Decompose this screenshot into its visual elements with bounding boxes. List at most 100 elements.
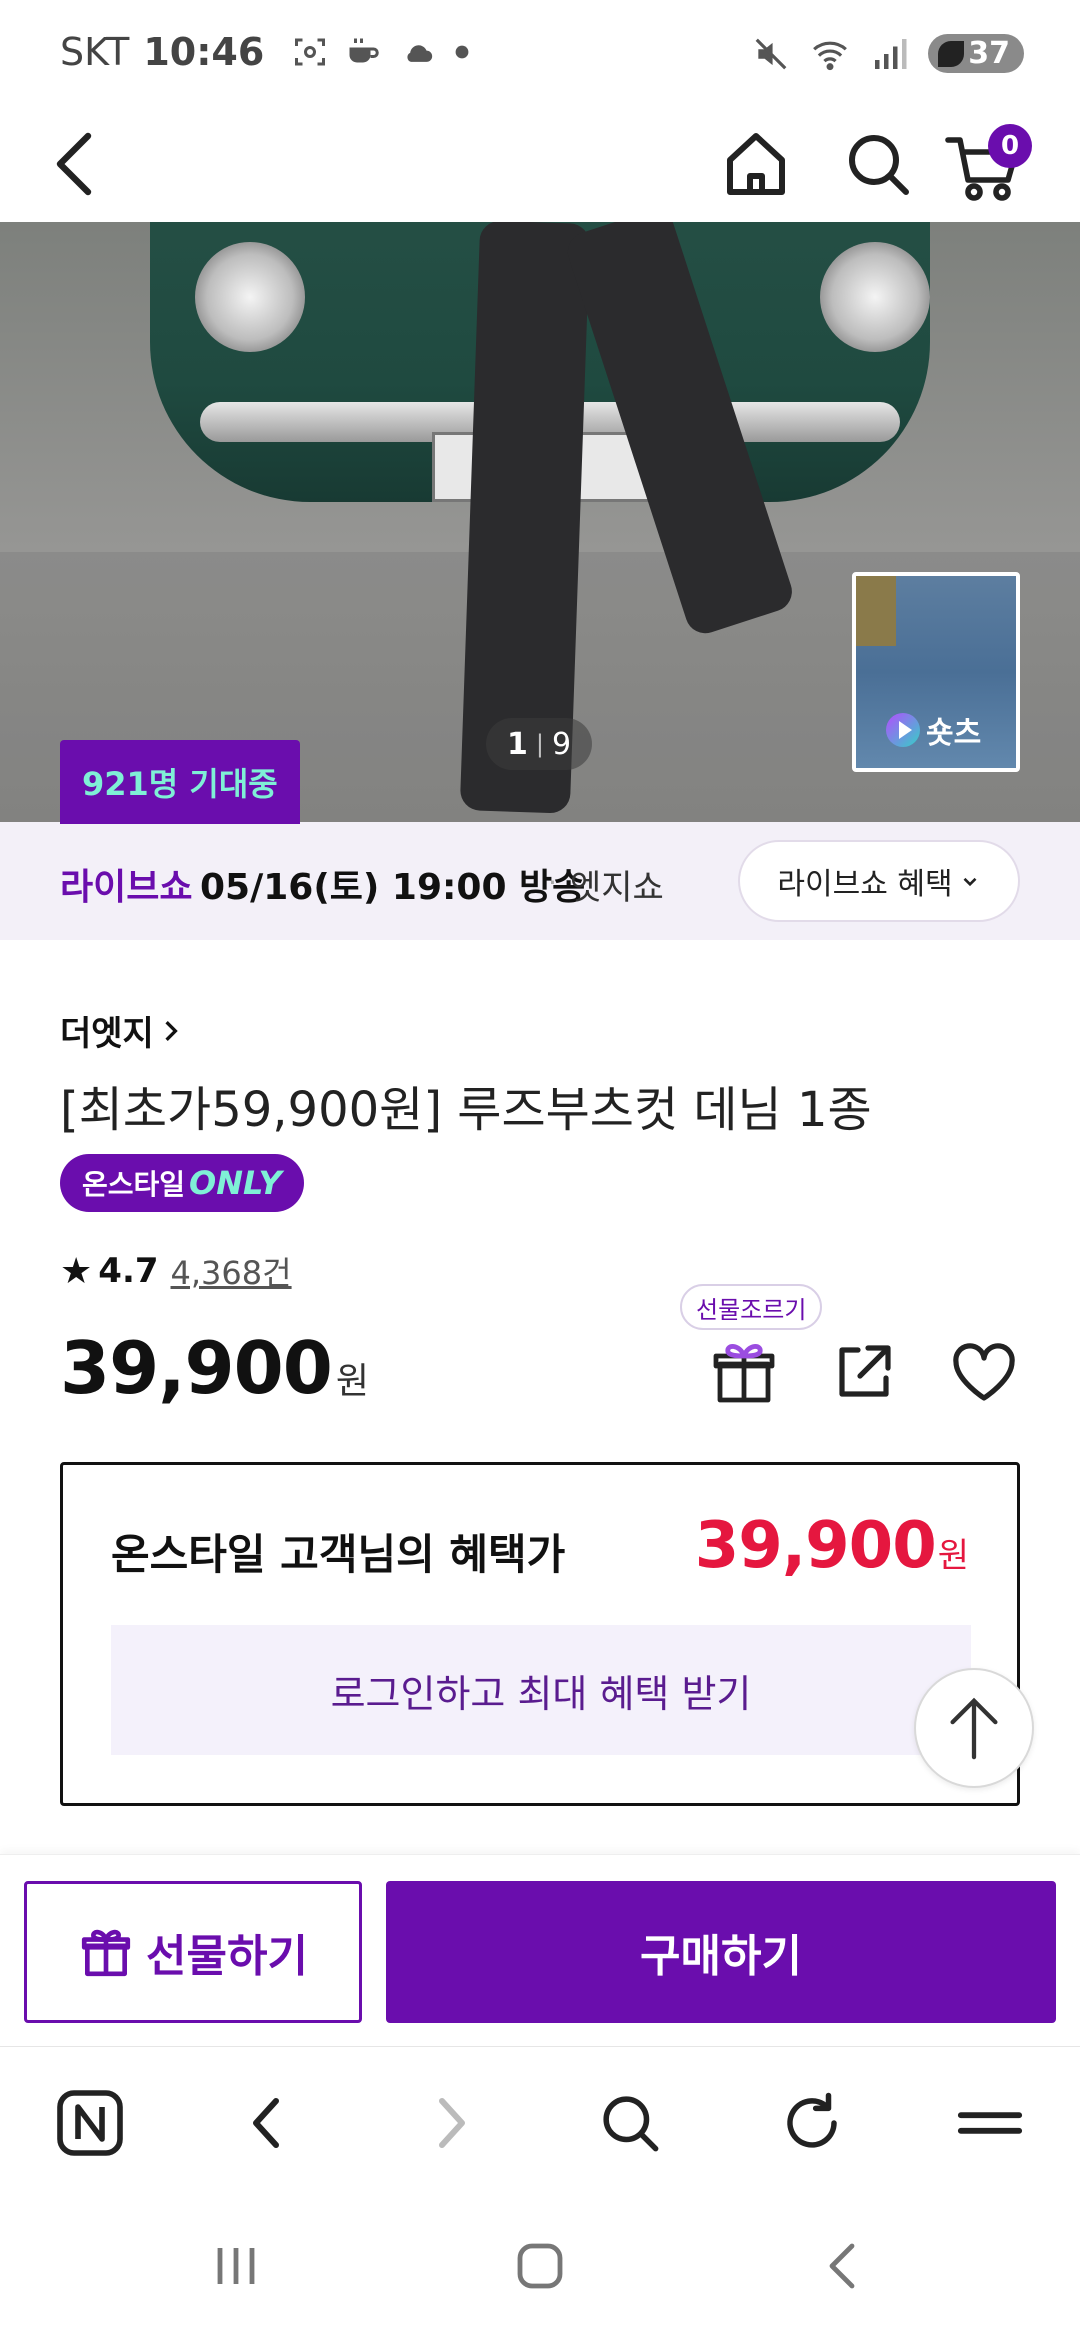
chevron-right-icon (165, 1020, 178, 1041)
clock: 10:46 (143, 30, 265, 74)
gift-request-button[interactable] (708, 1336, 780, 1408)
cart-count-badge: 0 (988, 124, 1032, 168)
browser-search-button[interactable] (590, 2083, 670, 2163)
buy-button[interactable]: 구매하기 (386, 1881, 1056, 2023)
top-navigation: 0 (0, 110, 1080, 222)
benefit-price-unit: 원 (937, 1536, 969, 1576)
battery-level: 37 (968, 36, 1010, 71)
benefit-price-value: 39,900 (694, 1509, 937, 1583)
heart-icon (953, 1343, 1015, 1401)
leaf-icon (938, 40, 965, 67)
badge-prefix: 온스타일 (82, 1168, 186, 1201)
headlamp-left (195, 242, 305, 352)
mute-icon (755, 38, 787, 69)
share-button[interactable] (828, 1336, 900, 1408)
shorts-label-row: 숏츠 (886, 708, 981, 752)
rating-row: ★ 4.7 4,368건 (60, 1248, 292, 1294)
price-value: 39,900 (60, 1326, 333, 1410)
expect-count-badge: 921명 기대중 (60, 740, 300, 824)
gift-button-label: 선물하기 (146, 1931, 308, 1982)
home-square-icon (517, 2243, 563, 2289)
like-button[interactable] (948, 1336, 1020, 1408)
search-icon (603, 2096, 659, 2152)
headlamp-right (820, 242, 930, 352)
browser-back-button[interactable] (228, 2083, 308, 2163)
review-count-link[interactable]: 4,368건 (171, 1248, 292, 1294)
browser-forward-button[interactable] (410, 2083, 490, 2163)
gift-icon (81, 1929, 131, 1977)
dot-icon (455, 45, 469, 59)
status-left: SKT 10:46 (60, 30, 470, 74)
browser-reload-button[interactable] (772, 2083, 852, 2163)
brand-name: 더엣지 (60, 1014, 154, 1054)
menu-icon (957, 2112, 1023, 2134)
play-icon (886, 713, 920, 747)
coffee-icon (349, 38, 380, 63)
shorts-label: 숏츠 (926, 716, 982, 751)
shorts-thumb-jacket (856, 576, 896, 646)
benefit-price-box: 온스타일 고객님의 혜택가 39,900 원 로그인하고 최대 혜택 받기 (60, 1462, 1020, 1806)
naver-n-icon (57, 2090, 123, 2156)
back-button[interactable] (40, 124, 110, 204)
home-button[interactable] (716, 124, 796, 204)
page-separator: | (535, 730, 544, 758)
browser-toolbar (0, 2046, 1080, 2196)
status-right: 37 (752, 34, 1024, 73)
back-arrow-icon (56, 132, 92, 196)
page-total: 9 (551, 726, 572, 762)
live-separator: · (548, 866, 557, 899)
product-title: [최초가59,900원] 루즈부츠컷 데님 1종 (60, 1082, 872, 1138)
gift-icon (713, 1344, 775, 1403)
onstyle-only-badge: 온스타일 ONLY (60, 1154, 304, 1212)
recent-apps-icon (217, 2248, 255, 2284)
live-benefit-label: 라이브쇼 혜택 (777, 867, 953, 902)
system-navigation-bar (0, 2196, 1080, 2340)
notification-icons (292, 34, 470, 70)
reload-icon (787, 2092, 837, 2148)
battery-indicator: 37 (928, 34, 1024, 73)
search-icon (849, 135, 909, 195)
login-benefit-button[interactable]: 로그인하고 최대 혜택 받기 (111, 1625, 971, 1755)
chevron-right-icon (439, 2098, 465, 2148)
naver-home-button[interactable] (50, 2083, 130, 2163)
cart-button[interactable]: 0 (944, 120, 1034, 210)
rating-score: 4.7 (98, 1251, 159, 1291)
page-current: 1 (506, 726, 528, 762)
scroll-to-top-button[interactable] (914, 1668, 1034, 1788)
search-button[interactable] (838, 124, 918, 204)
screenshot-icon (295, 38, 326, 66)
system-back-button[interactable] (804, 2226, 884, 2306)
status-bar: SKT 10:46 37 (0, 0, 1080, 110)
system-home-button[interactable] (500, 2226, 580, 2306)
chevron-down-icon (963, 877, 976, 887)
live-benefit-button[interactable]: 라이브쇼 혜택 (738, 840, 1020, 922)
cloud-icon (407, 45, 433, 62)
image-page-indicator: 1 | 9 (486, 718, 592, 770)
product-price: 39,900 원 (60, 1326, 369, 1410)
benefit-title: 온스타일 고객님의 혜택가 (111, 1530, 566, 1579)
gift-request-tooltip: 선물조르기 (680, 1284, 823, 1330)
live-show-host: 엣지쇼 (570, 868, 664, 908)
recent-apps-button[interactable] (196, 2226, 276, 2306)
signal-icon (875, 38, 907, 69)
live-show-date: 05/16(토) 19:00 방송 (200, 867, 586, 908)
share-icon (839, 1345, 891, 1397)
arrow-up-icon (950, 1697, 998, 1760)
chevron-left-icon (253, 2098, 279, 2148)
purchase-action-bar: 선물하기 구매하기 (0, 1854, 1080, 2046)
buy-button-label: 구매하기 (640, 1931, 802, 1982)
gift-button[interactable]: 선물하기 (24, 1881, 362, 2023)
live-show-label: 라이브쇼 (60, 867, 193, 908)
system-back-icon (829, 2243, 855, 2289)
benefit-price: 39,900 원 (695, 1509, 969, 1583)
star-icon: ★ (60, 1250, 93, 1292)
live-show-strip: 라이브쇼 05/16(토) 19:00 방송 · 엣지쇼 라이브쇼 혜택 (0, 822, 1080, 940)
carrier: SKT (60, 30, 130, 74)
home-icon (727, 133, 785, 195)
shorts-thumbnail[interactable]: 숏츠 (852, 572, 1020, 772)
brand-link[interactable]: 더엣지 (60, 1006, 182, 1055)
badge-only: ONLY (189, 1164, 282, 1202)
browser-menu-button[interactable] (950, 2083, 1030, 2163)
price-unit: 원 (335, 1361, 369, 1402)
wifi-icon (813, 41, 848, 70)
